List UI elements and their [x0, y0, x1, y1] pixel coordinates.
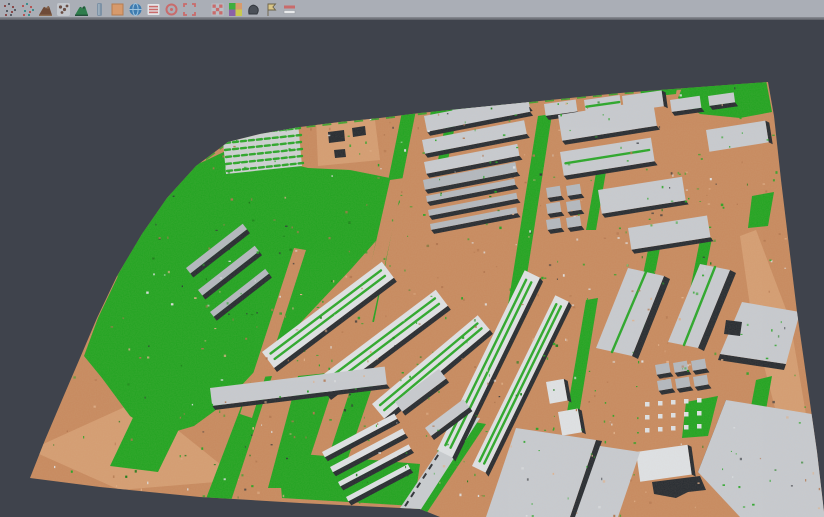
viewport-3d-point-cloud[interactable]: [0, 20, 824, 517]
dark-tool-icon[interactable]: [246, 2, 261, 17]
terrain-vegetation-icon[interactable]: [74, 2, 89, 17]
toolbar-separator: [200, 2, 207, 17]
column-blue-icon[interactable]: [92, 2, 107, 17]
attribute-table-red-icon[interactable]: [146, 2, 161, 17]
classification-map-icon[interactable]: [228, 2, 243, 17]
mini-stripes-red-icon[interactable]: [282, 2, 297, 17]
points-red-icon[interactable]: [2, 2, 17, 17]
globe-icon[interactable]: [128, 2, 143, 17]
raster-pixels-icon[interactable]: [210, 2, 225, 17]
orthophoto-orange-icon[interactable]: [110, 2, 125, 17]
ring-tool-red-icon[interactable]: [164, 2, 179, 17]
sparse-points-icon[interactable]: [56, 2, 71, 17]
extent-tool-red-icon[interactable]: [182, 2, 197, 17]
application-window: [0, 0, 824, 517]
flag-tool-icon[interactable]: [264, 2, 279, 17]
points-multicolor-icon[interactable]: [20, 2, 35, 17]
terrain-brown-icon[interactable]: [38, 2, 53, 17]
